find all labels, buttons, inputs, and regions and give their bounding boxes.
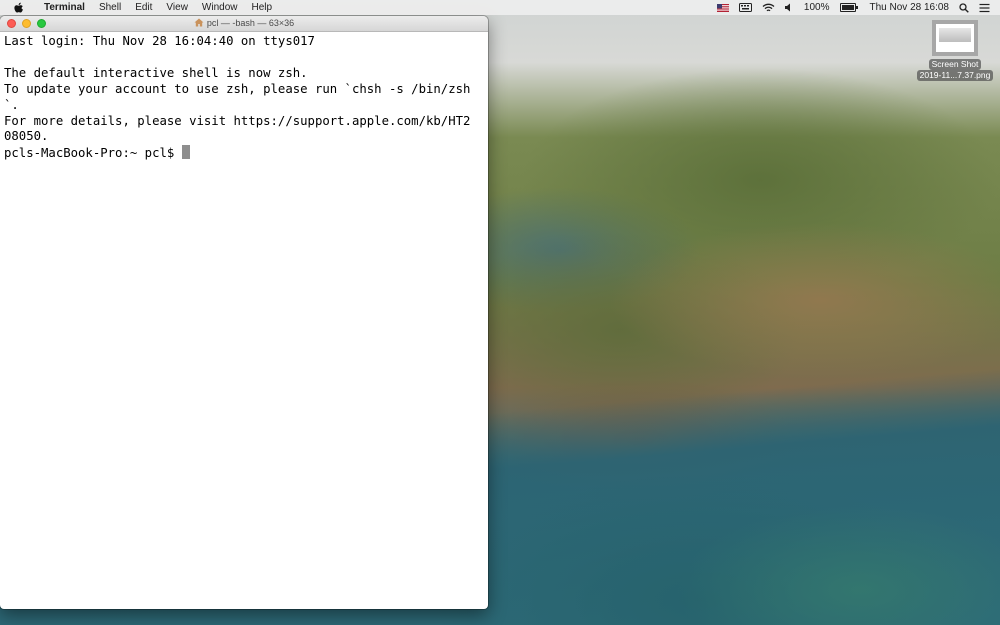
shell-prompt: pcls-MacBook-Pro:~ pcl$ (4, 146, 182, 161)
control-center-icon[interactable] (979, 3, 990, 13)
volume-icon[interactable] (784, 3, 794, 12)
menu-app-terminal[interactable]: Terminal (37, 0, 92, 15)
menu-bar: Terminal Shell Edit View Window Help 100… (0, 0, 1000, 15)
menu-help[interactable]: Help (245, 0, 280, 15)
terminal-line: `. (4, 97, 19, 112)
menubar-clock[interactable]: Thu Nov 28 16:08 (870, 2, 950, 13)
terminal-line: For more details, please visit https://s… (4, 113, 471, 128)
terminal-line: Last login: Thu Nov 28 16:04:40 on ttys0… (4, 34, 315, 48)
terminal-line: The default interactive shell is now zsh… (4, 65, 308, 80)
flag-icon[interactable] (716, 3, 729, 12)
battery-icon[interactable] (839, 3, 858, 12)
terminal-output[interactable]: Last login: Thu Nov 28 16:04:40 on ttys0… (0, 32, 488, 164)
menu-window[interactable]: Window (195, 0, 245, 15)
terminal-line: To update your account to use zsh, pleas… (4, 81, 471, 96)
home-folder-icon (194, 17, 204, 32)
keyboard-icon[interactable] (738, 3, 752, 12)
menu-view[interactable]: View (159, 0, 195, 15)
file-thumbnail[interactable] (932, 20, 978, 56)
window-title: pcl — -bash — 63×36 (0, 16, 488, 32)
file-label-line2: 2019-11...7.37.png (916, 70, 994, 81)
apple-icon[interactable] (11, 1, 25, 15)
window-titlebar[interactable]: pcl — -bash — 63×36 (0, 16, 488, 32)
menu-shell[interactable]: Shell (92, 0, 128, 15)
file-label-line1: Screen Shot (928, 59, 982, 70)
search-icon[interactable] (959, 2, 969, 13)
terminal-line: 08050. (4, 129, 49, 144)
battery-percent[interactable]: 100% (804, 2, 830, 13)
window-title-text: pcl — -bash — 63×36 (206, 18, 295, 28)
terminal-window: pcl — -bash — 63×36 Last login: Thu Nov … (0, 16, 488, 609)
desktop-file-screenshot[interactable]: Screen Shot 2019-11...7.37.png (913, 20, 997, 81)
wifi-icon[interactable] (762, 3, 775, 13)
text-cursor (181, 145, 190, 160)
prompt-line[interactable]: pcls-MacBook-Pro:~ pcl$ (4, 145, 484, 162)
file-label: Screen Shot 2019-11...7.37.png (913, 59, 997, 81)
menu-edit[interactable]: Edit (128, 0, 159, 15)
